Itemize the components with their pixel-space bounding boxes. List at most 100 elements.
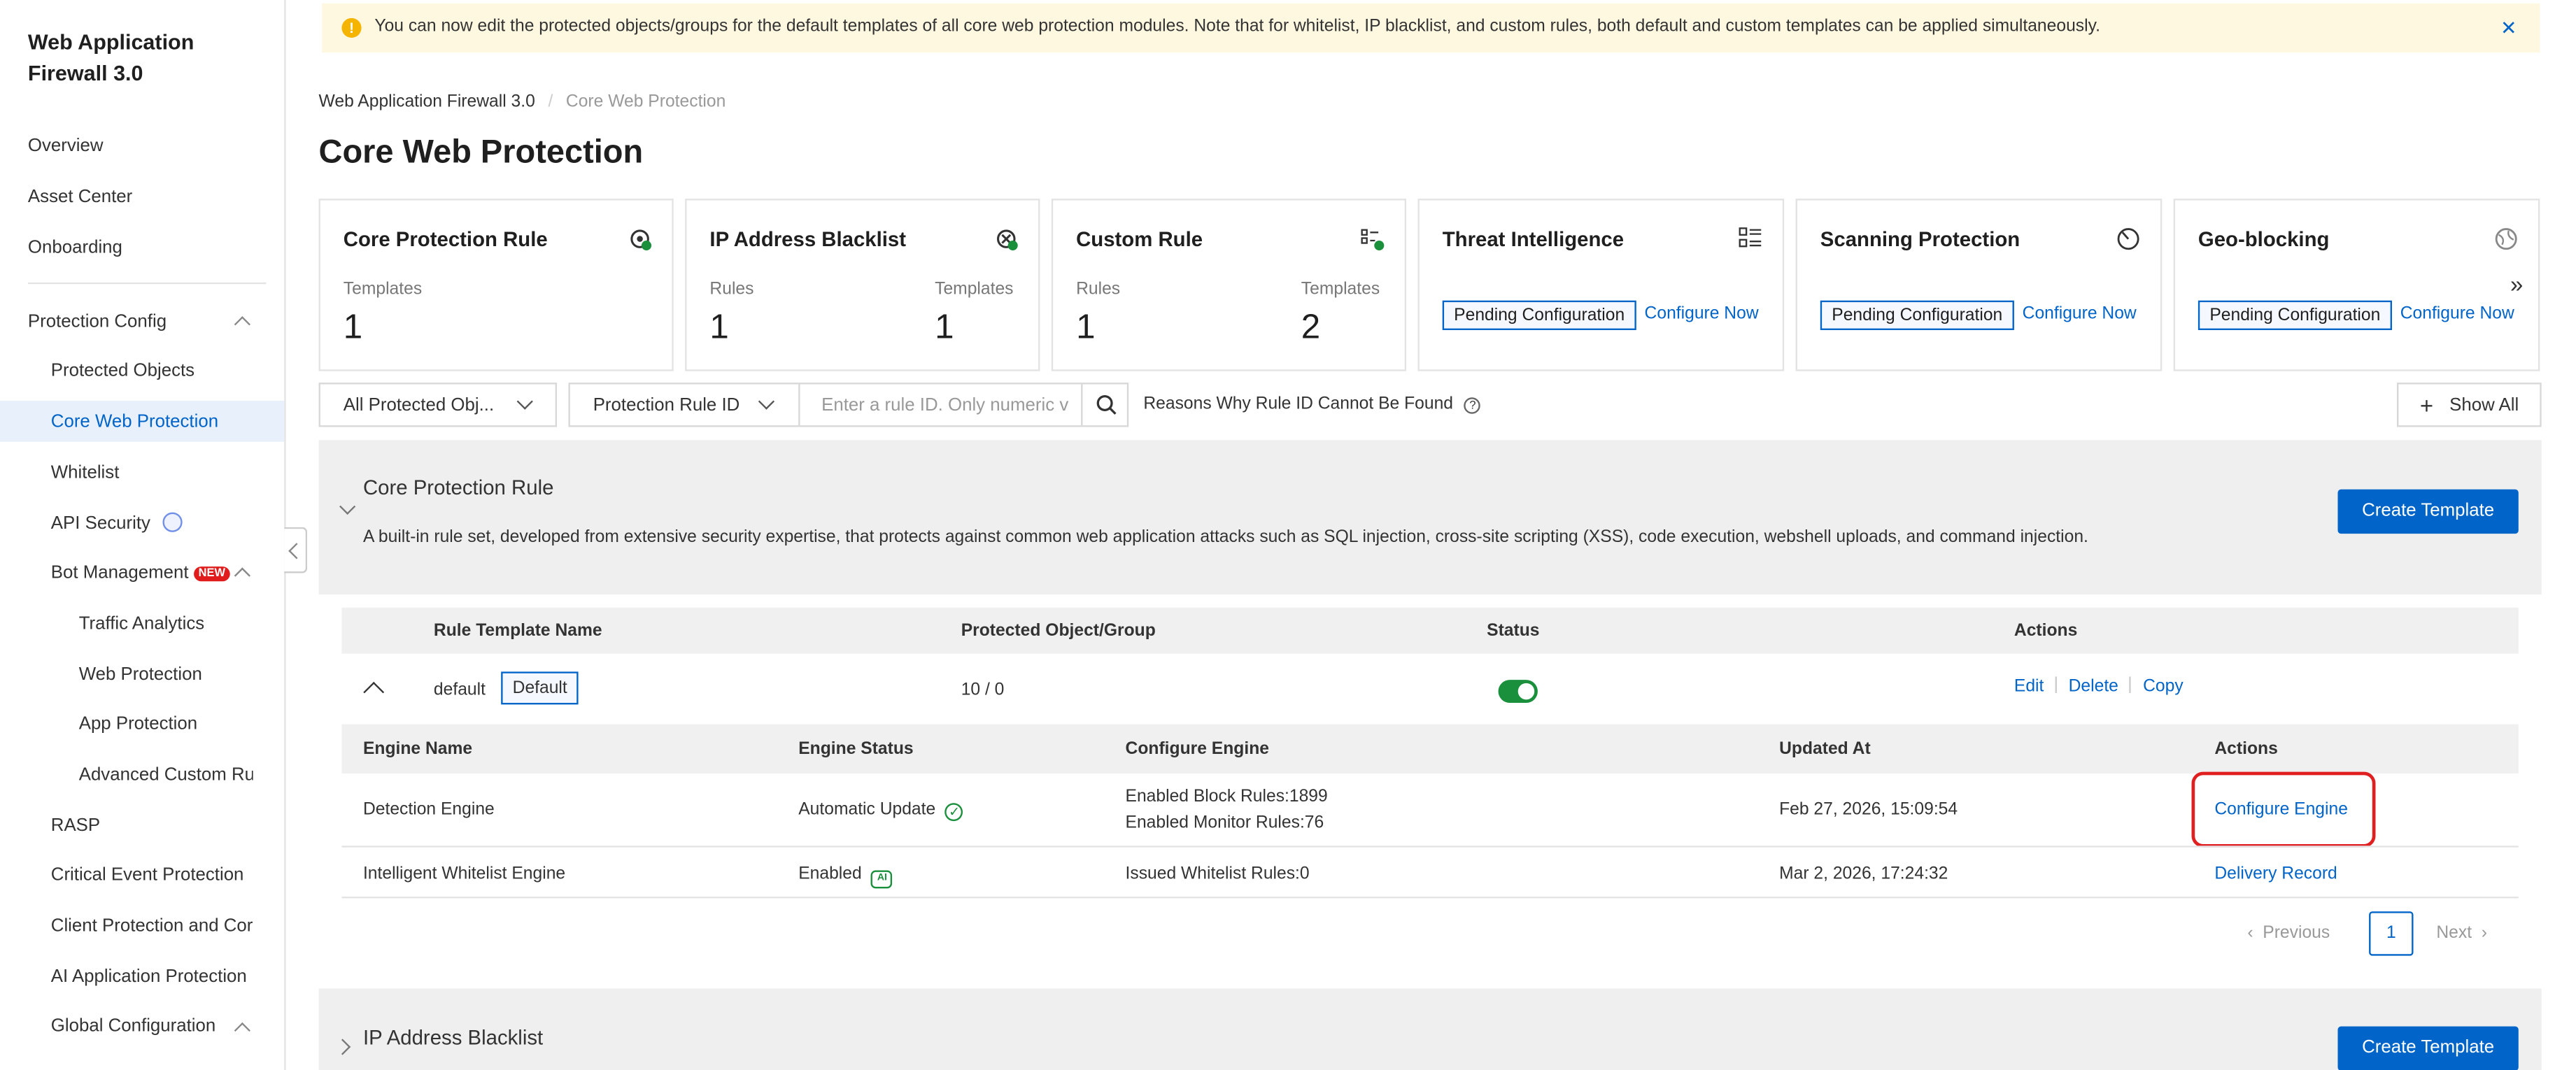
- configure-now-link[interactable]: Configure Now: [2400, 304, 2514, 323]
- rule-id-search-input[interactable]: Enter a rule ID. Only numeric v: [798, 383, 1083, 427]
- engine-status-label: Enabled: [798, 864, 862, 884]
- card-label: Templates: [343, 279, 423, 299]
- configure-now-link[interactable]: Configure Now: [2023, 304, 2137, 323]
- sidebar: Web Application Firewall 3.0 Overview As…: [0, 0, 286, 1070]
- sidebar-item-global-configuration[interactable]: Global Configuration: [51, 1017, 216, 1036]
- sidebar-item-api-security[interactable]: API Security: [51, 512, 182, 534]
- sidebar-item-protected-objects[interactable]: Protected Objects: [51, 362, 194, 381]
- ai-assist-icon: [162, 512, 182, 532]
- breadcrumb-root[interactable]: Web Application Firewall 3.0: [319, 92, 535, 111]
- section-description: A built-in rule set, developed from exte…: [362, 527, 2088, 547]
- chevron-up-icon[interactable]: [234, 316, 250, 333]
- card-threat-intelligence[interactable]: Threat Intelligence Pending Configuratio…: [1417, 199, 1785, 371]
- chevron-up-icon[interactable]: [234, 567, 250, 584]
- sidebar-item-critical-event-protection[interactable]: Critical Event Protection: [51, 866, 244, 885]
- delete-link[interactable]: Delete: [2069, 676, 2118, 696]
- card-value: 1: [709, 308, 729, 347]
- card-title: Geo-blocking: [2198, 228, 2330, 252]
- rule-field-select[interactable]: Protection Rule ID: [568, 383, 800, 427]
- status-toggle[interactable]: [1498, 680, 1538, 704]
- highlight-box: [2191, 771, 2376, 848]
- card-value: 1: [935, 308, 954, 347]
- card-ip-address-blacklist[interactable]: IP Address Blacklist Rules 1 Templates 1: [685, 199, 1040, 371]
- sidebar-item-client-protection[interactable]: Client Protection and Cor: [51, 916, 253, 936]
- column-header: Engine Status: [798, 739, 914, 759]
- sidebar-item-ai-application-protection[interactable]: AI Application Protection: [51, 967, 247, 987]
- sidebar-item-core-web-protection[interactable]: Core Web Protection: [0, 400, 285, 442]
- sidebar-item-traffic-analytics[interactable]: Traffic Analytics: [79, 614, 204, 634]
- pending-configuration-tag: Pending Configuration: [1820, 300, 2014, 330]
- engine-name: Intelligent Whitelist Engine: [362, 864, 566, 884]
- card-title: Custom Rule: [1076, 228, 1203, 252]
- column-header: Rule Template Name: [433, 620, 602, 641]
- sidebar-item-whitelist[interactable]: Whitelist: [51, 463, 120, 483]
- select-value: All Protected Obj...: [343, 395, 495, 416]
- ai-icon: AI: [871, 870, 893, 889]
- card-title: Core Protection Rule: [343, 228, 548, 252]
- card-geo-blocking[interactable]: Geo-blocking Pending Configuration Confi…: [2173, 199, 2540, 371]
- card-value: 1: [1076, 308, 1096, 347]
- card-title: IP Address Blacklist: [709, 228, 907, 252]
- template-name: default: [433, 680, 486, 700]
- scroll-right-icon[interactable]: »: [2510, 271, 2523, 297]
- sidebar-collapse-button[interactable]: [284, 527, 308, 573]
- plus-icon: +: [2419, 392, 2434, 419]
- check-circle-icon: ✓: [945, 803, 963, 822]
- intel-grid-icon: [1738, 227, 1762, 251]
- search-button[interactable]: [1081, 383, 1129, 427]
- collapse-row-icon[interactable]: [363, 681, 385, 703]
- page-1-button[interactable]: 1: [2369, 911, 2414, 956]
- chevron-down-icon: [516, 393, 533, 410]
- sidebar-item-asset-center[interactable]: Asset Center: [28, 187, 132, 207]
- delivery-record-link[interactable]: Delivery Record: [2214, 864, 2337, 883]
- warning-icon: !: [341, 17, 362, 38]
- sidebar-item-label: Bot Management: [50, 563, 189, 583]
- edit-link[interactable]: Edit: [2014, 676, 2044, 696]
- column-header: Actions: [2014, 620, 2078, 641]
- breadcrumb: Web Application Firewall 3.0 / Core Web …: [319, 92, 726, 111]
- sidebar-item-bot-management[interactable]: Bot Management NEW: [50, 563, 231, 583]
- ip-blacklist-section: IP Address Blacklist Create Template: [318, 988, 2542, 1070]
- rule-id-help-link[interactable]: Reasons Why Rule ID Cannot Be Found ?: [1143, 394, 1481, 414]
- chevron-up-icon[interactable]: [234, 1022, 250, 1039]
- globe-icon: [2494, 227, 2519, 251]
- card-label: Templates: [935, 279, 1014, 299]
- sidebar-group-protection-config[interactable]: Protection Config: [28, 312, 167, 331]
- breadcrumb-current: Core Web Protection: [565, 92, 726, 112]
- create-template-button[interactable]: Create Template: [2337, 489, 2519, 534]
- card-custom-rule[interactable]: Custom Rule Rules 1 Templates 2: [1051, 199, 1407, 371]
- configure-now-link[interactable]: Configure Now: [1645, 304, 1759, 323]
- help-link-label: Reasons Why Rule ID Cannot Be Found: [1143, 394, 1454, 414]
- card-core-protection-rule[interactable]: Core Protection Rule Templates 1: [318, 199, 674, 371]
- column-header: Configure Engine: [1125, 739, 1269, 759]
- sidebar-item-advanced-custom-rule[interactable]: Advanced Custom Rul: [79, 765, 253, 785]
- engine-status: Enabled AI: [798, 864, 893, 889]
- previous-page-button[interactable]: ‹ Previous: [2247, 923, 2330, 943]
- close-icon[interactable]: ✕: [2500, 16, 2517, 39]
- banner-text: You can now edit the protected objects/g…: [374, 16, 2100, 36]
- create-template-button[interactable]: Create Template: [2337, 1026, 2519, 1070]
- sidebar-item-onboarding[interactable]: Onboarding: [28, 238, 122, 257]
- app-title: Web Application Firewall 3.0: [27, 29, 194, 86]
- chevron-down-icon[interactable]: [339, 498, 356, 515]
- sidebar-item-rasp[interactable]: RASP: [51, 816, 100, 836]
- sidebar-item-app-protection[interactable]: App Protection: [79, 714, 197, 734]
- pending-configuration-tag: Pending Configuration: [1442, 300, 1636, 330]
- engine-status: Automatic Update ✓: [798, 800, 963, 822]
- sidebar-divider: [27, 282, 267, 285]
- column-header: Protected Object/Group: [961, 620, 1156, 641]
- section-title: Core Protection Rule: [362, 476, 554, 499]
- scan-icon: [2116, 227, 2140, 251]
- protected-object-select[interactable]: All Protected Obj...: [318, 383, 558, 427]
- row-divider: [341, 846, 2519, 848]
- sidebar-item-web-protection[interactable]: Web Protection: [79, 665, 202, 685]
- page-title: Core Web Protection: [318, 134, 644, 171]
- chevron-right-icon[interactable]: [334, 1039, 351, 1055]
- show-all-button[interactable]: + Show All: [2397, 383, 2542, 427]
- shield-check-icon: [629, 228, 652, 251]
- card-scanning-protection[interactable]: Scanning Protection Pending Configuratio…: [1795, 199, 2163, 371]
- copy-link[interactable]: Copy: [2143, 676, 2184, 696]
- chevron-right-icon: ›: [2481, 922, 2488, 943]
- sidebar-item-overview[interactable]: Overview: [28, 136, 104, 156]
- next-page-button[interactable]: Next ›: [2436, 923, 2487, 943]
